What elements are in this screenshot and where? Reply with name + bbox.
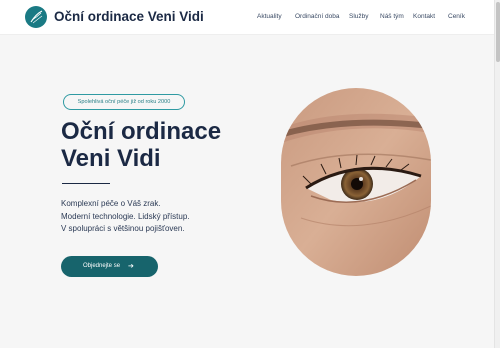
scrollbar-thumb[interactable] bbox=[496, 2, 500, 62]
description-line-3: V spolupráci s většinou pojišťoven. bbox=[61, 224, 185, 233]
nav-item-ordinacni-doba[interactable]: Ordinační doba bbox=[295, 13, 339, 20]
nav-item-kontakt[interactable]: Kontakt bbox=[413, 13, 435, 20]
hero-title-line-2: Veni Vidi bbox=[61, 145, 161, 172]
trust-badge: Spolehlivá oční péče již od roku 2000 bbox=[63, 94, 185, 110]
eye-leaf-logo-icon bbox=[30, 10, 43, 24]
site-header: Oční ordinace Veni Vidi Aktuality Ordina… bbox=[0, 0, 494, 35]
arrow-right-icon: ➔ bbox=[128, 263, 134, 270]
scrollbar[interactable] bbox=[494, 0, 500, 348]
description-line-1: Komplexní péče o Váš zrak. bbox=[61, 199, 161, 208]
hero-description: Komplexní péče o Váš zrak. Moderní techn… bbox=[61, 198, 190, 236]
logo-icon[interactable] bbox=[25, 6, 47, 28]
nav-item-cenik[interactable]: Ceník bbox=[448, 13, 465, 20]
nav-item-sluzby[interactable]: Služby bbox=[349, 13, 369, 20]
nav-item-nas-tym[interactable]: Náš tým bbox=[380, 13, 404, 20]
brand-name[interactable]: Oční ordinace Veni Vidi bbox=[54, 9, 204, 24]
description-line-2: Moderní technologie. Lidský přístup. bbox=[61, 211, 190, 221]
book-appointment-button[interactable]: Objednejte se ➔ bbox=[61, 256, 158, 277]
hero-title-line-1: Oční ordinace bbox=[61, 118, 222, 145]
nav-item-aktuality[interactable]: Aktuality bbox=[257, 13, 282, 20]
title-divider bbox=[62, 183, 110, 184]
book-appointment-label: Objednejte se bbox=[83, 263, 121, 269]
eye-closeup-photo bbox=[281, 88, 431, 276]
hero-title: Oční ordinace Veni Vidi bbox=[61, 118, 221, 172]
